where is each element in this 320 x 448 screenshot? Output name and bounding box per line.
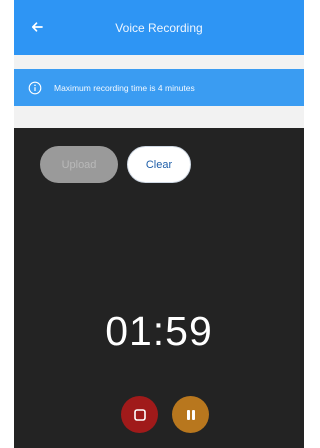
info-banner: Maximum recording time is 4 minutes bbox=[14, 69, 304, 106]
clear-button[interactable]: Clear bbox=[127, 146, 191, 183]
app-header: Voice Recording bbox=[14, 0, 304, 55]
info-banner-text: Maximum recording time is 4 minutes bbox=[54, 82, 195, 93]
pause-button[interactable] bbox=[172, 396, 209, 433]
info-circle-icon bbox=[28, 81, 42, 95]
recording-timer: 01:59 bbox=[105, 308, 213, 354]
recording-screen: Voice Recording Maximum recording time i… bbox=[14, 0, 304, 448]
back-button[interactable] bbox=[26, 16, 48, 38]
upload-button[interactable]: Upload bbox=[40, 146, 118, 183]
arrow-left-icon bbox=[31, 22, 43, 32]
header-spacer bbox=[14, 55, 304, 69]
stop-icon bbox=[133, 408, 146, 421]
stop-button[interactable] bbox=[121, 396, 158, 433]
page-title: Voice Recording bbox=[115, 20, 203, 35]
pause-icon bbox=[186, 409, 195, 420]
banner-spacer bbox=[14, 106, 304, 128]
